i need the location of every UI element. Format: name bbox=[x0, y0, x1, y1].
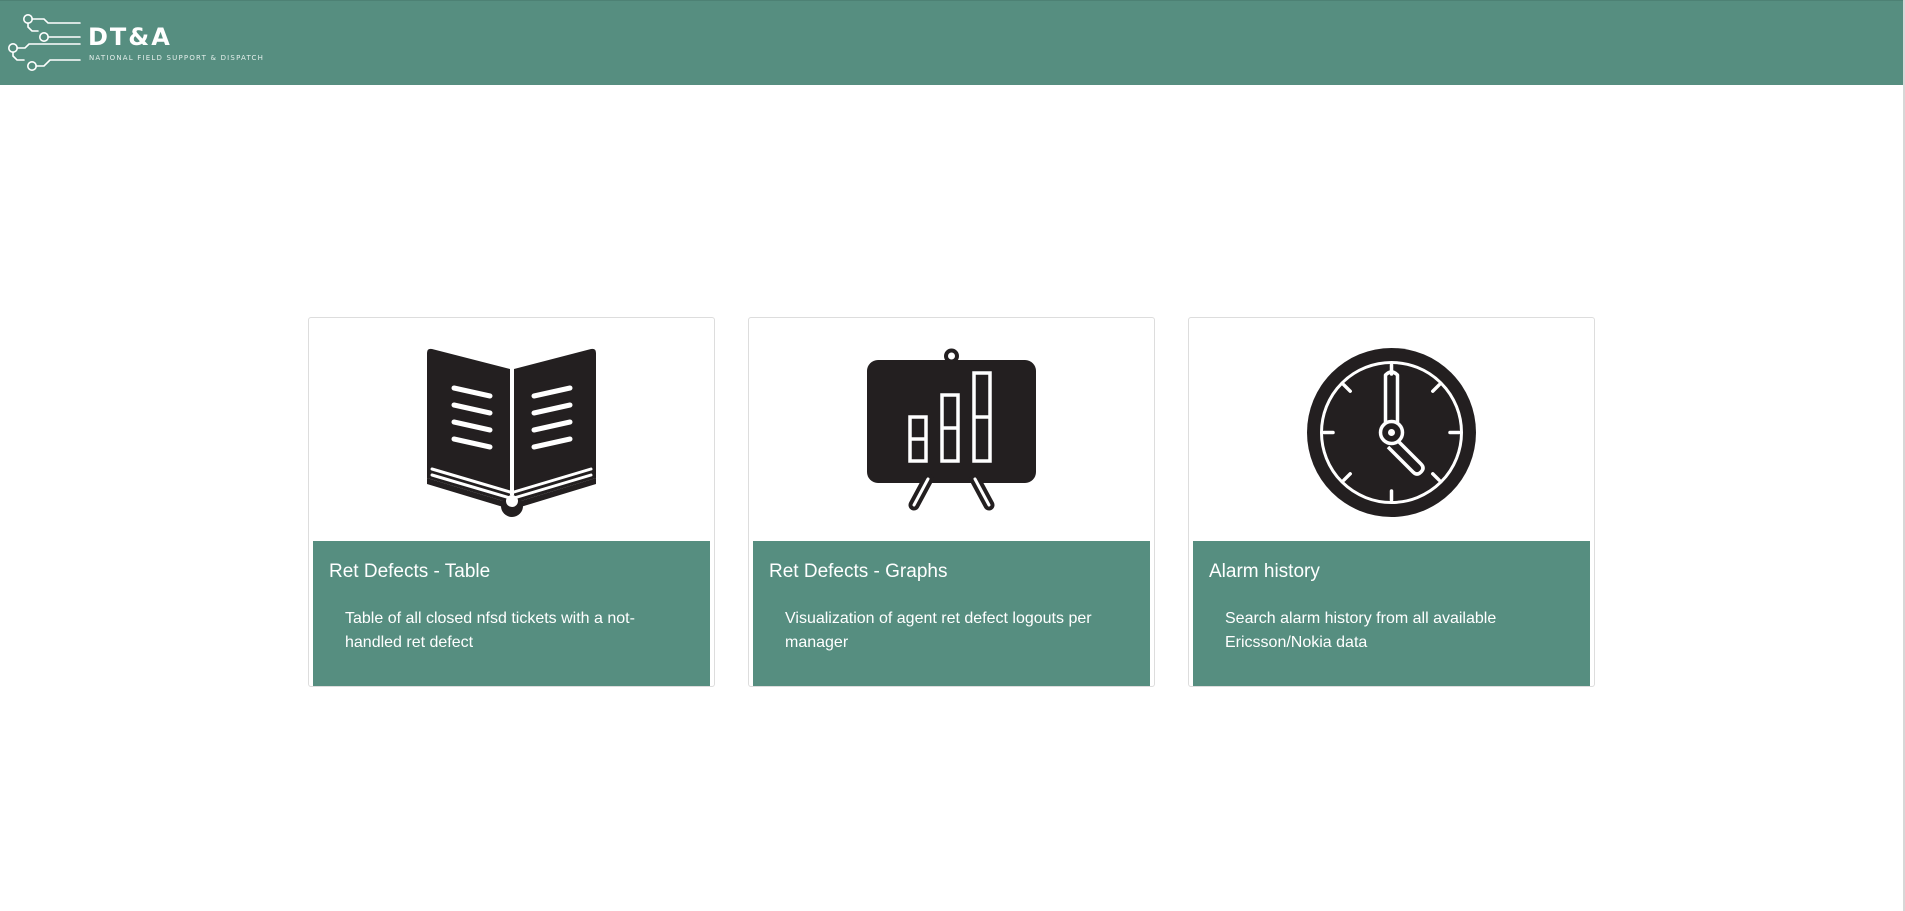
presentation-chart-icon bbox=[867, 348, 1036, 511]
circuit-traces-icon bbox=[8, 14, 81, 71]
card-caption: Alarm history Search alarm history from … bbox=[1193, 541, 1590, 686]
card-title: Alarm history bbox=[1209, 561, 1320, 582]
home-logo-link[interactable]: DT&A NATIONAL FIELD SUPPORT & DISPATCH bbox=[8, 14, 273, 76]
card-caption: Ret Defects - Table Table of all closed … bbox=[313, 541, 710, 686]
card-ret-defects-graphs[interactable]: Ret Defects - Graphs Visualization of ag… bbox=[748, 317, 1155, 687]
card-description: Visualization of agent ret defect logout… bbox=[785, 610, 1092, 651]
card-description: Table of all closed nfsd tickets with a … bbox=[345, 610, 635, 651]
card-description: Search alarm history from all available … bbox=[1225, 610, 1497, 651]
logo-subtitle: NATIONAL FIELD SUPPORT & DISPATCH bbox=[89, 54, 265, 62]
card-caption: Ret Defects - Graphs Visualization of ag… bbox=[753, 541, 1150, 686]
open-book-icon bbox=[427, 348, 596, 517]
card-ret-defects-table[interactable]: Ret Defects - Table Table of all closed … bbox=[308, 317, 715, 687]
card-image bbox=[1193, 322, 1590, 542]
card-title: Ret Defects - Table bbox=[329, 561, 491, 582]
card-title: Ret Defects - Graphs bbox=[769, 561, 948, 582]
card-alarm-history[interactable]: Alarm history Search alarm history from … bbox=[1188, 317, 1595, 687]
logo-title: DT&A bbox=[88, 23, 172, 51]
clock-icon bbox=[1307, 348, 1476, 517]
card-image bbox=[313, 322, 710, 542]
top-navbar: DT&A NATIONAL FIELD SUPPORT & DISPATCH bbox=[0, 0, 1903, 85]
page: DT&A NATIONAL FIELD SUPPORT & DISPATCH R… bbox=[0, 0, 1905, 911]
card-image bbox=[753, 322, 1150, 542]
